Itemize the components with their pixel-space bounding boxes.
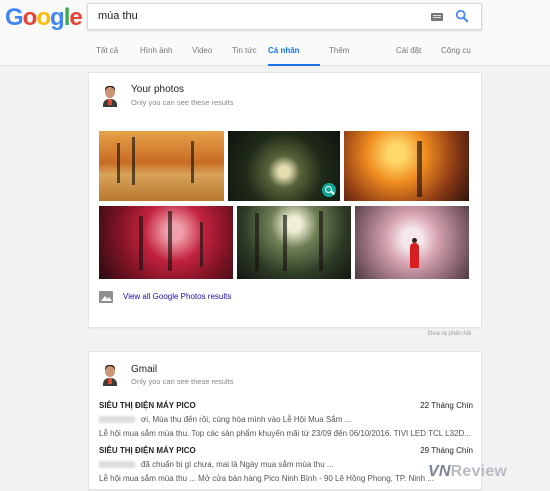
sender-name: SIÊU THỊ ĐIỆN MÁY PICO — [99, 401, 196, 410]
email-snippet: ơi, Mùa thu đến rồi, cùng hòa mình vào L… — [99, 415, 351, 424]
image-icon — [99, 291, 113, 303]
woodland-light-photo[interactable] — [237, 206, 351, 279]
search-input[interactable]: múa thu — [98, 10, 138, 22]
keyboard-icon[interactable] — [431, 13, 443, 21]
vnreview-watermark: VNReview — [428, 463, 550, 487]
email-snippet-text: ơi, Mùa thu đến rồi, cùng hòa mình vào L… — [141, 415, 352, 424]
watermark-brand: VN — [428, 463, 451, 480]
email-snippet-text: đã chuẩn bị gì chưa, mai là Ngày mua sắm… — [141, 460, 334, 469]
tab-settings[interactable]: Cài đặt — [396, 46, 421, 66]
email-date: 29 Tháng Chín — [420, 446, 473, 455]
person-figure — [410, 238, 419, 268]
redacted-text — [99, 416, 135, 424]
avatar — [101, 364, 119, 386]
email-date: 22 Tháng Chín — [420, 401, 473, 410]
tab-tools[interactable]: Công cụ — [441, 46, 471, 66]
tab-personal[interactable]: Cá nhân — [268, 46, 320, 66]
sender-name: SIÊU THỊ ĐIỆN MÁY PICO — [99, 446, 196, 455]
logo-letter-1: G — [5, 4, 24, 31]
red-forest-photo[interactable] — [99, 206, 233, 279]
logo-letter-4: g — [50, 4, 65, 31]
zoom-icon[interactable] — [322, 183, 336, 197]
card-subtitle: Only you can see these results — [131, 98, 234, 107]
search-tabs: Tất cả Hình ảnh Video Tin tức Cá nhân Th… — [96, 46, 516, 66]
pink-blossom-photo[interactable] — [355, 206, 469, 279]
search-box[interactable]: múa thu — [87, 3, 482, 30]
email-snippet: đã chuẩn bị gì chưa, mai là Ngày mua sắm… — [99, 460, 334, 469]
your-photos-card: Your photos Only you can see these resul… — [88, 72, 482, 328]
watermark-text: Review — [450, 463, 507, 480]
card-title: Gmail — [131, 364, 158, 375]
view-all-photos-link[interactable]: View all Google Photos results — [123, 292, 231, 301]
tab-more[interactable]: Thêm — [329, 46, 349, 66]
feedback-link[interactable]: Đưa ra phản hồi — [428, 331, 471, 337]
tab-news[interactable]: Tin tức — [232, 46, 257, 66]
logo-letter-2: o — [22, 4, 38, 31]
email-preview: Lễ hội mua sắm mùa thu ... Mở cửa bán hà… — [99, 474, 434, 483]
tab-video[interactable]: Video — [192, 46, 212, 66]
autumn-path-photo[interactable] — [99, 131, 224, 201]
card-subtitle: Only you can see these results — [131, 377, 234, 386]
gmail-card: Gmail Only you can see these results SIÊ… — [88, 351, 482, 490]
logo-letter-3: o — [36, 4, 51, 31]
avatar — [101, 85, 119, 107]
redacted-text — [99, 461, 135, 469]
sunlit-tree-photo[interactable] — [344, 131, 469, 201]
tab-images[interactable]: Hình ảnh — [140, 46, 172, 66]
email-preview: Lễ hội mua sắm mùa thu. Top các sản phẩm… — [99, 429, 471, 438]
forest-tunnel-photo[interactable] — [228, 131, 340, 201]
google-logo[interactable]: Google — [5, 4, 83, 32]
tab-all[interactable]: Tất cả — [96, 46, 118, 66]
search-icon[interactable] — [455, 9, 469, 23]
logo-letter-6: e — [69, 4, 82, 31]
card-title: Your photos — [131, 84, 185, 95]
top-bar: Google múa thu Tất cả Hình ảnh Video Tin… — [0, 0, 550, 66]
